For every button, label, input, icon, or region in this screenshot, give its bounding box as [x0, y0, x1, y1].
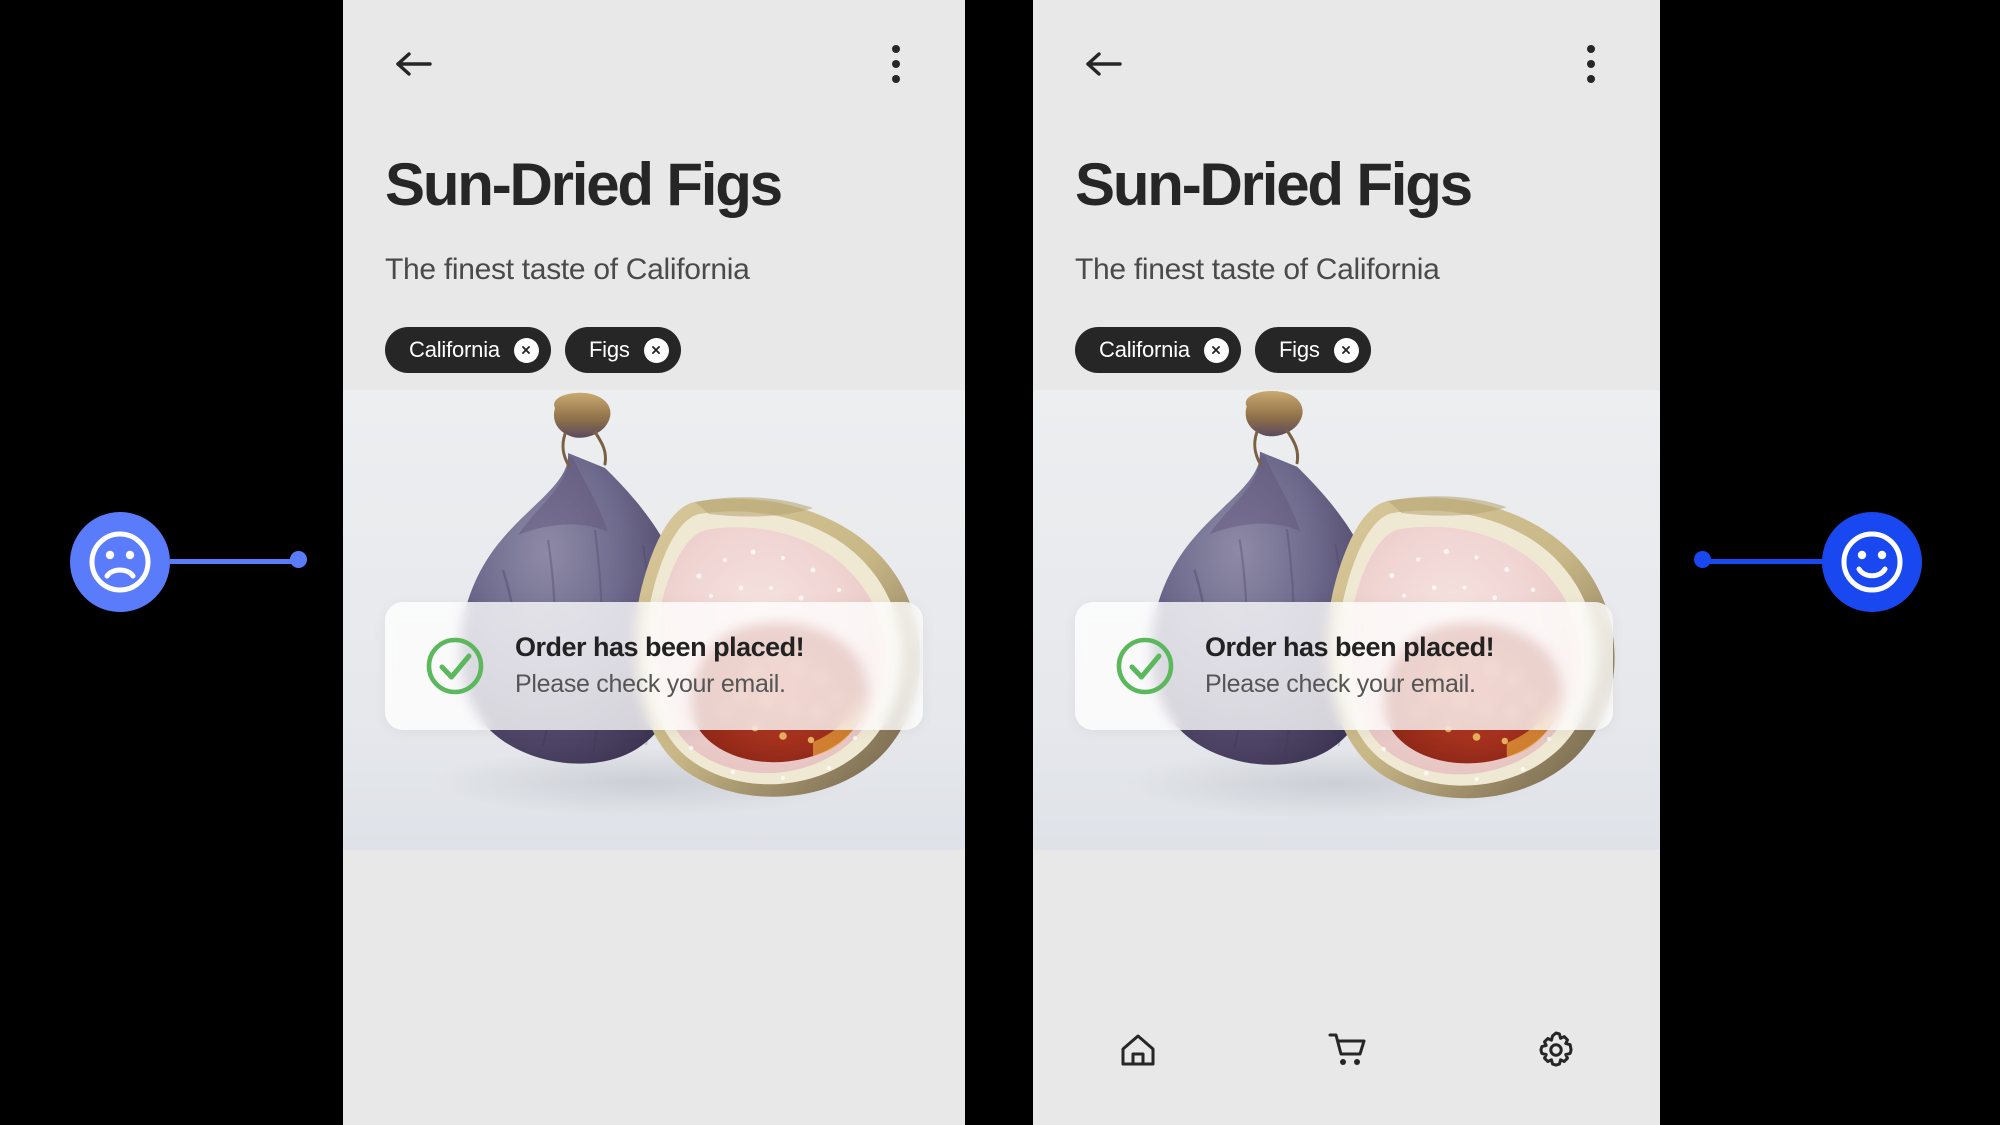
check-circle-icon: [1116, 637, 1174, 695]
shopping-cart-icon: [1328, 1033, 1365, 1065]
comparison-stage: Sun-Dried Figs The finest taste of Calif…: [0, 0, 2000, 1125]
arrow-left-icon: [396, 52, 432, 76]
toast-text-group: Order has been placed! Please check your…: [515, 631, 805, 700]
overflow-menu-button[interactable]: [1568, 36, 1614, 92]
tag-chip-figs[interactable]: Figs: [1254, 327, 1371, 373]
happy-face-marker[interactable]: [1822, 512, 1922, 612]
overflow-menu-button[interactable]: [873, 36, 919, 92]
page-title: Sun-Dried Figs: [1075, 151, 1473, 218]
happy-face-icon: [1841, 531, 1903, 593]
arrow-left-icon: [1086, 52, 1122, 76]
kebab-menu-icon: [892, 45, 900, 53]
kebab-menu-icon: [1587, 75, 1595, 83]
screen-left: Sun-Dried Figs The finest taste of Calif…: [343, 0, 965, 1125]
nav-item-cart[interactable]: [1242, 975, 1451, 1125]
bottom-navigation-bar: [1033, 975, 1660, 1125]
page-subtitle: The finest taste of California: [385, 253, 750, 286]
back-button[interactable]: [1075, 38, 1133, 90]
sad-face-icon: [89, 531, 151, 593]
toast-title: Order has been placed!: [1205, 632, 1495, 663]
toast-notification: Order has been placed! Please check your…: [385, 602, 923, 730]
left-marker-endpoint-dot: [290, 551, 307, 568]
left-marker-connector: [170, 559, 300, 564]
nav-item-settings[interactable]: [1451, 975, 1660, 1125]
right-marker-endpoint-dot: [1694, 551, 1711, 568]
toast-notification: Order has been placed! Please check your…: [1075, 602, 1613, 730]
toast-text-group: Order has been placed! Please check your…: [1205, 631, 1495, 700]
tag-chip-label: California: [409, 337, 500, 362]
close-icon-glyph: [1342, 346, 1351, 354]
kebab-menu-icon: [1587, 45, 1595, 53]
kebab-menu-icon: [1587, 60, 1595, 68]
top-bar-right: [1033, 0, 1660, 128]
page-title: Sun-Dried Figs: [385, 151, 783, 218]
kebab-menu-icon: [892, 60, 900, 68]
back-button[interactable]: [385, 38, 443, 90]
tag-chip-list: California Figs: [1075, 327, 1371, 373]
tag-chip-california[interactable]: California: [385, 327, 551, 373]
screen-right: Sun-Dried Figs The finest taste of Calif…: [1033, 0, 1660, 1125]
close-icon[interactable]: [643, 337, 669, 363]
close-icon[interactable]: [513, 337, 539, 363]
close-icon-glyph: [522, 346, 531, 354]
close-icon-glyph: [1212, 346, 1221, 354]
sad-face-marker[interactable]: [70, 512, 170, 612]
nav-item-home[interactable]: [1033, 975, 1242, 1125]
toast-subtitle: Please check your email.: [1205, 670, 1476, 699]
close-icon[interactable]: [1333, 337, 1359, 363]
tag-chip-label: Figs: [588, 337, 630, 362]
kebab-menu-icon: [892, 75, 900, 83]
toast-subtitle: Please check your email.: [515, 670, 786, 699]
tag-chip-california[interactable]: California: [1075, 327, 1241, 373]
close-icon-glyph: [652, 346, 661, 354]
tag-chip-label: Figs: [1278, 337, 1320, 362]
check-circle-icon: [426, 637, 484, 695]
right-marker-connector: [1700, 559, 1830, 564]
close-icon[interactable]: [1203, 337, 1229, 363]
tag-chip-label: California: [1099, 337, 1190, 362]
tag-chip-figs[interactable]: Figs: [564, 327, 681, 373]
page-subtitle: The finest taste of California: [1075, 253, 1440, 286]
home-icon: [1121, 1034, 1154, 1066]
tag-chip-list: California Figs: [385, 327, 681, 373]
top-bar-left: [343, 0, 965, 128]
toast-title: Order has been placed!: [515, 632, 805, 663]
gear-icon: [1538, 1031, 1573, 1067]
